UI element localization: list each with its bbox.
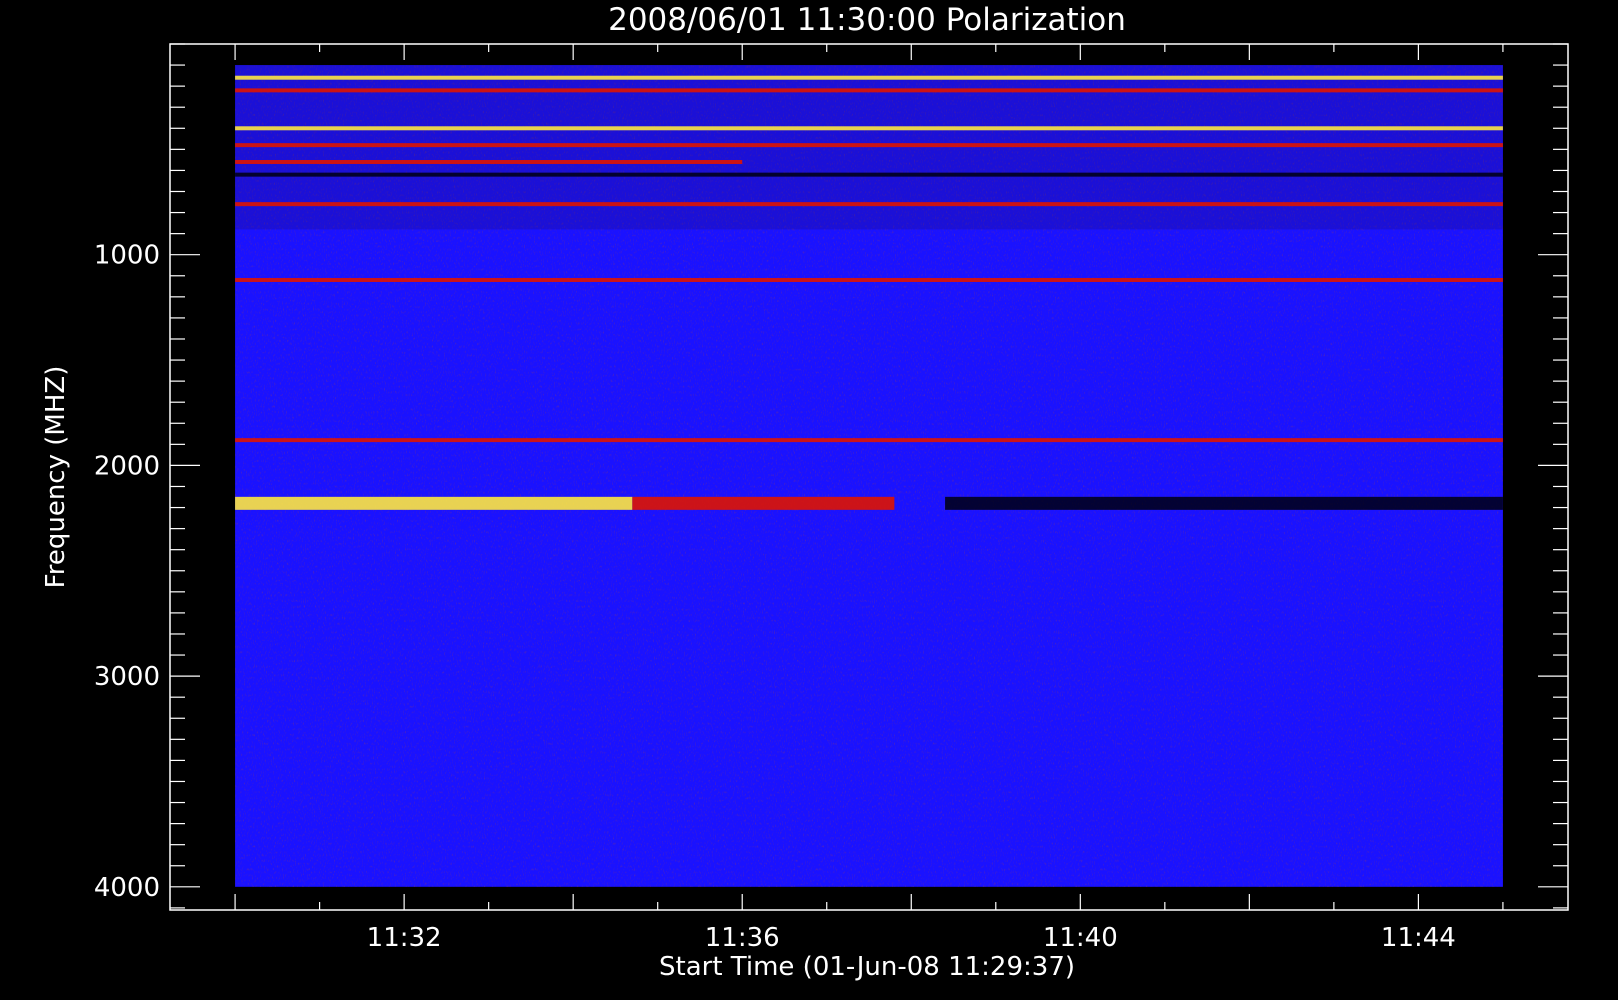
spectrogram-area <box>235 65 1503 887</box>
x-tick-label-3: 11:44 <box>1381 923 1456 953</box>
y-tick-label-3: 4000 <box>94 873 160 903</box>
y-tick-label-1: 2000 <box>94 451 160 481</box>
band-6 <box>235 202 1503 207</box>
band-0 <box>235 75 1503 80</box>
band-2 <box>235 126 1503 131</box>
chart-title: 2008/06/01 11:30:00 Polarization <box>608 2 1126 38</box>
band-10 <box>632 496 895 510</box>
x-axis-title: Start Time (01-Jun-08 11:29:37) <box>659 952 1075 982</box>
band-3 <box>235 143 1503 148</box>
y-tick-label-0: 1000 <box>94 241 160 271</box>
band-1 <box>235 88 1503 93</box>
y-tick-label-2: 3000 <box>94 662 160 692</box>
band-8 <box>235 438 1503 443</box>
y-axis-title: Frequency (MHZ) <box>41 366 71 589</box>
band-7 <box>235 277 1503 282</box>
band-9 <box>235 496 633 510</box>
x-tick-label-0: 11:32 <box>367 923 442 953</box>
band-5 <box>235 172 1503 177</box>
x-tick-label-2: 11:40 <box>1043 923 1118 953</box>
x-tick-label-1: 11:36 <box>705 923 780 953</box>
band-4 <box>235 159 743 164</box>
band-11 <box>945 496 1503 510</box>
chart-root: 2008/06/01 11:30:00 Polarization 11:32 11… <box>41 2 1569 982</box>
